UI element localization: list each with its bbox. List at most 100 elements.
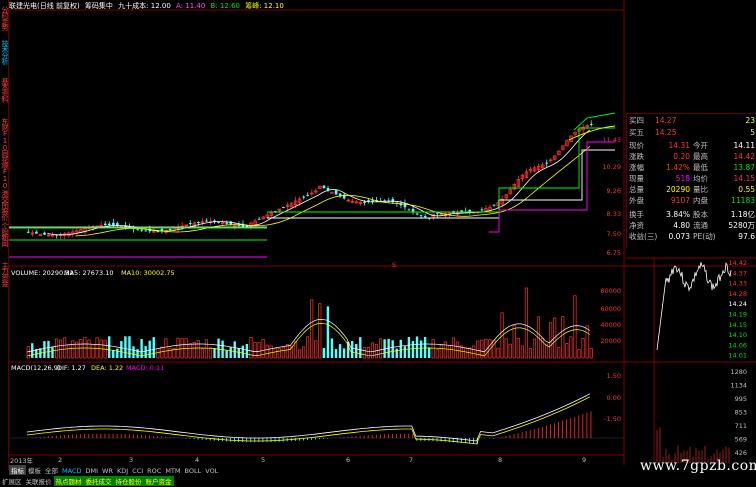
- quote-label: 换手: [629, 210, 644, 219]
- mini-volume-label: 1280: [730, 368, 747, 376]
- left-tab-7[interactable]: 个股新闻: [0, 222, 9, 246]
- volume-bar: [439, 344, 443, 359]
- dif-line: [26, 393, 591, 442]
- candle-body: [334, 190, 338, 195]
- volume-axis-label: 20000: [600, 337, 621, 345]
- mini-price-label: 14.33: [728, 280, 747, 288]
- candle-body: [103, 223, 107, 226]
- volume-bar: [460, 345, 464, 359]
- signal-marker: S: [392, 261, 396, 269]
- volume-bar: [451, 337, 456, 359]
- quote-value: 23: [745, 116, 755, 125]
- volume-bar: [192, 342, 196, 359]
- volume-bar: [136, 349, 139, 358]
- left-tab-6[interactable]: 港交所报价: [0, 190, 9, 220]
- mini-volume-label: 569: [735, 436, 747, 444]
- extension-tab-6[interactable]: 账户资金: [143, 476, 174, 486]
- quote-row: 现价 14.31 今开 14.11: [627, 141, 756, 151]
- mini-price-label: 14.28: [728, 290, 747, 298]
- quote-value: 14.42: [733, 152, 755, 161]
- candle-body: [589, 123, 593, 125]
- extension-tab-4[interactable]: 委托成交: [83, 476, 114, 486]
- volume-bar: [124, 336, 127, 358]
- quote-value: 14.11: [733, 141, 755, 150]
- left-tab-5[interactable]: 同花顺F10: [0, 150, 9, 189]
- candle-body: [282, 206, 285, 208]
- indicator-tab-kdj[interactable]: KDJ: [115, 467, 130, 475]
- left-tab-8[interactable]: 主力资金: [0, 262, 9, 286]
- quote-row: 换手 3.84% 股本 1.18亿: [627, 210, 756, 220]
- price-axis-label: 6.75: [607, 249, 621, 257]
- ma5-value: MA5: 27673.10: [64, 269, 113, 277]
- volume-bar: [156, 348, 160, 359]
- volume-bar: [233, 341, 236, 358]
- left-tab-3[interactable]: 基本资料: [0, 78, 9, 102]
- volume-bar: [443, 341, 447, 359]
- volume-bar: [200, 348, 204, 359]
- quote-label: 收益(三): [629, 232, 658, 241]
- volume-bar: [427, 347, 431, 358]
- extension-tab-2[interactable]: 关联报价: [24, 476, 54, 486]
- extension-tab-1[interactable]: 扩展区: [0, 476, 24, 486]
- left-tab-1[interactable]: 分时走势: [0, 6, 9, 30]
- indicator-tab-dmi[interactable]: DMI: [83, 467, 100, 475]
- extension-tab-5[interactable]: 持仓股份: [113, 476, 144, 486]
- volume-axis-label: 40000: [600, 321, 621, 329]
- intraday-price-line: [656, 262, 732, 351]
- volume-bar: [577, 349, 581, 359]
- volume-bar: [281, 347, 285, 359]
- quote-value: 0.55: [738, 185, 755, 194]
- indicator-tab-boll[interactable]: BOLL: [183, 467, 204, 475]
- volume-bar: [310, 299, 314, 359]
- mini-price-label: 14.24: [728, 300, 747, 308]
- quote-label: 股本: [693, 210, 708, 219]
- indicator-tab-roc[interactable]: ROC: [145, 467, 163, 475]
- quote-row: 涨幅 1.42% 最低 13.87: [627, 163, 756, 173]
- candle-body: [168, 228, 172, 230]
- indicator-tab-macd[interactable]: MACD: [60, 467, 83, 475]
- quote-label: 现价: [629, 141, 644, 150]
- volume-bar: [403, 346, 407, 358]
- volume-bar: [415, 336, 419, 358]
- quote-label: 最低: [693, 163, 708, 172]
- left-tab-bar: 分时走势技术分析基本资料东财F10 同花顺F10 港交所报价个股新闻主力资金: [0, 0, 9, 470]
- extension-tab-3[interactable]: 热点题材: [53, 476, 84, 486]
- quote-row: 外盘 9107 内盘 11183: [627, 196, 756, 206]
- volume-bar: [585, 325, 589, 359]
- volume-bar: [269, 345, 273, 359]
- volume-bar: [411, 341, 415, 358]
- volume-bar: [302, 346, 306, 359]
- left-tab-2[interactable]: 技术分析: [0, 40, 9, 64]
- indicator-tab-全部[interactable]: 全部: [43, 465, 60, 475]
- volume-bar: [237, 348, 240, 358]
- watermark: www.7gpzb.com: [640, 458, 756, 474]
- indicator-tab-vol[interactable]: VOL: [203, 467, 220, 475]
- quote-value: 1.42%: [666, 163, 690, 172]
- volume-bar: [245, 343, 249, 358]
- month-label: 7: [409, 456, 413, 464]
- left-tab-4[interactable]: 东财F10: [0, 118, 9, 151]
- indicator-tab-wr[interactable]: WR: [100, 467, 115, 475]
- volume-bar: [285, 344, 289, 359]
- mini-price-label: 14.01: [728, 352, 747, 360]
- volume-bar: [557, 347, 561, 359]
- quote-value: 14.25: [655, 128, 677, 137]
- quote-panel: 买四 14.27 23 买五 14.25 5 现价 14.31 今开 14.11 涨跌 0.20 最高 1…: [626, 113, 756, 248]
- indicator-tab-mtm[interactable]: MTM: [163, 467, 182, 475]
- quote-label: 现量: [629, 174, 644, 183]
- indicator-tab-cci[interactable]: CCI: [130, 467, 145, 475]
- volume-bar: [108, 336, 111, 358]
- ma-line: [75, 145, 591, 237]
- candle-body: [480, 209, 484, 211]
- quote-value: 20290: [666, 185, 690, 194]
- volume-bar: [91, 344, 95, 359]
- indicator-tab-模板[interactable]: 模板: [26, 465, 43, 475]
- volume-bar: [241, 345, 245, 358]
- indicator-tab-指标[interactable]: 指标: [9, 465, 26, 475]
- ma10-value: MA10: 30002.75: [121, 269, 175, 277]
- chip-line: [267, 149, 615, 219]
- quote-value: 13.87: [733, 163, 755, 172]
- macd-value: MACD: 0.11: [126, 364, 164, 372]
- quote-label: 净资: [629, 221, 644, 230]
- candle-body: [144, 230, 148, 232]
